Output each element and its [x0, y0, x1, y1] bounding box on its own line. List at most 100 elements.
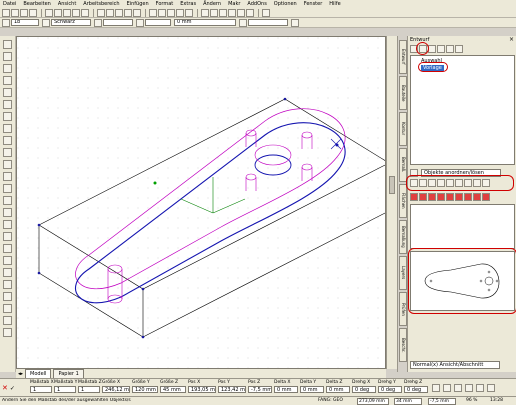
polar-icon[interactable] — [476, 384, 484, 392]
undo-icon[interactable] — [72, 8, 80, 17]
layer-red-icon[interactable] — [473, 193, 481, 201]
sidetab-beschr[interactable]: Beschr. — [399, 328, 407, 362]
render-icon[interactable] — [201, 8, 209, 17]
ellipse-tool-icon[interactable] — [3, 100, 12, 109]
sidetab-layers[interactable]: Layers — [399, 256, 407, 290]
lock-icon[interactable] — [487, 384, 495, 392]
panel-close-icon[interactable]: × — [509, 36, 514, 43]
layer-red-icon[interactable] — [482, 193, 490, 201]
menu-datei[interactable]: Datei — [3, 1, 16, 7]
wireframe-icon[interactable] — [219, 8, 227, 17]
shade-icon[interactable] — [210, 8, 218, 17]
text-style-icon[interactable] — [291, 18, 299, 27]
sidetab-flaechen[interactable]: Flächen — [399, 184, 407, 218]
menu-hilfe[interactable]: Hilfe — [329, 1, 340, 7]
menu-optionen[interactable]: Optionen — [274, 1, 297, 7]
coord-value[interactable]: 1 — [30, 386, 52, 393]
cut-icon[interactable] — [45, 8, 53, 17]
cancel-icon[interactable]: ✕ — [2, 384, 8, 392]
coord-value[interactable]: 193,05 mm — [188, 386, 216, 393]
scale-tool-icon[interactable] — [3, 232, 12, 241]
zoom-in-icon[interactable] — [97, 8, 105, 17]
rectangle-tool-icon[interactable] — [3, 124, 12, 133]
tab-nav-arrows[interactable]: ◂▸ — [18, 371, 23, 377]
menu-makro[interactable]: Makr — [228, 1, 240, 7]
hatch-tool-icon[interactable] — [3, 160, 12, 169]
pattern-select[interactable] — [103, 19, 133, 26]
layer-red-icon[interactable] — [446, 193, 454, 201]
coord-value[interactable]: 1 — [78, 386, 100, 393]
coord-value[interactable]: 0 deg — [378, 386, 402, 393]
redraw-icon[interactable] — [133, 8, 141, 17]
layer-red-icon[interactable] — [455, 193, 463, 201]
fill-icon[interactable] — [94, 18, 102, 27]
pen-icon[interactable] — [136, 18, 144, 27]
coord-value[interactable]: 0 deg — [352, 386, 376, 393]
sidetab-entwurf[interactable]: Entwurf — [399, 40, 407, 74]
menu-aendern[interactable]: Ändern — [203, 1, 221, 7]
tab-modell[interactable]: Modell — [25, 369, 52, 378]
array-tool-icon[interactable] — [3, 292, 12, 301]
print-icon[interactable] — [29, 8, 37, 17]
menu-extras[interactable]: Extras — [180, 1, 196, 7]
select-arrow-icon[interactable] — [3, 40, 12, 49]
measure-icon[interactable] — [443, 384, 451, 392]
redo-icon[interactable] — [81, 8, 89, 17]
copy-icon[interactable] — [54, 8, 62, 17]
menu-fenster[interactable]: Fenster — [304, 1, 323, 7]
zoom-tool-icon[interactable] — [3, 184, 12, 193]
sidetab-pruefen[interactable]: Prüfen — [399, 292, 407, 326]
drawing-canvas[interactable] — [16, 36, 386, 369]
sidetab-bauteile[interactable]: Bauteile — [399, 76, 407, 110]
ortho-icon[interactable] — [465, 384, 473, 392]
polygon-tool-icon[interactable] — [3, 136, 12, 145]
calc-icon[interactable] — [454, 384, 462, 392]
extrude-tool-icon[interactable] — [3, 304, 12, 313]
coord-value[interactable]: 45 mm — [160, 386, 186, 393]
trim-tool-icon[interactable] — [3, 244, 12, 253]
polyline-tool-icon[interactable] — [3, 64, 12, 73]
coord-value[interactable]: 0 mm — [326, 386, 350, 393]
color-select[interactable]: Schwarz — [51, 19, 91, 26]
save-icon[interactable] — [20, 8, 28, 17]
snap-icon[interactable] — [246, 8, 254, 17]
menu-addons[interactable]: AddOns — [247, 1, 266, 7]
chamfer-tool-icon[interactable] — [3, 280, 12, 289]
help-icon[interactable] — [262, 8, 270, 17]
line-end-icon[interactable] — [239, 18, 247, 27]
layer-red-icon[interactable] — [410, 193, 418, 201]
confirm-icon[interactable]: ✓ — [10, 385, 15, 392]
layer-red-icon[interactable] — [464, 193, 472, 201]
coord-value[interactable]: 1 — [54, 386, 76, 393]
coord-value[interactable]: 0 mm — [274, 386, 298, 393]
boolean-tool-icon[interactable] — [3, 328, 12, 337]
sidetab-bemass[interactable]: Bemaß. — [399, 148, 407, 182]
line-end-select[interactable] — [248, 19, 288, 26]
coord-value[interactable]: 123,42 mm — [218, 386, 246, 393]
sidetab-kontur[interactable]: Kontur — [399, 112, 407, 146]
dimension-field[interactable]: 0 mm — [174, 19, 236, 26]
coord-value[interactable]: -7,5 mm — [248, 386, 272, 393]
coord-value[interactable]: 120 mm — [132, 386, 158, 393]
grid-icon[interactable] — [237, 8, 245, 17]
menu-ansicht[interactable]: Ansicht — [58, 1, 76, 7]
down-icon[interactable] — [446, 45, 454, 53]
mirror-tool-icon[interactable] — [3, 220, 12, 229]
new-file-icon[interactable] — [2, 8, 10, 17]
view-3d-icon[interactable] — [185, 8, 193, 17]
open-file-icon[interactable] — [11, 8, 19, 17]
layer-red-icon[interactable] — [437, 193, 445, 201]
coord-value[interactable]: 0 mm — [300, 386, 324, 393]
move-tool-icon[interactable] — [3, 196, 12, 205]
text-tool-icon[interactable] — [3, 148, 12, 157]
paste-icon[interactable] — [63, 8, 71, 17]
layer-red-icon[interactable] — [428, 193, 436, 201]
zoom-out-icon[interactable] — [106, 8, 114, 17]
circle-tool-icon[interactable] — [3, 76, 12, 85]
scrollbar-thumb[interactable] — [389, 176, 395, 194]
menu-format[interactable]: Format — [156, 1, 174, 7]
view-top-icon[interactable] — [149, 8, 157, 17]
canvas-vertical-scrollbar[interactable] — [386, 36, 397, 369]
rotate-tool-icon[interactable] — [3, 208, 12, 217]
tab-papier-1[interactable]: Papier 1 — [53, 369, 84, 378]
